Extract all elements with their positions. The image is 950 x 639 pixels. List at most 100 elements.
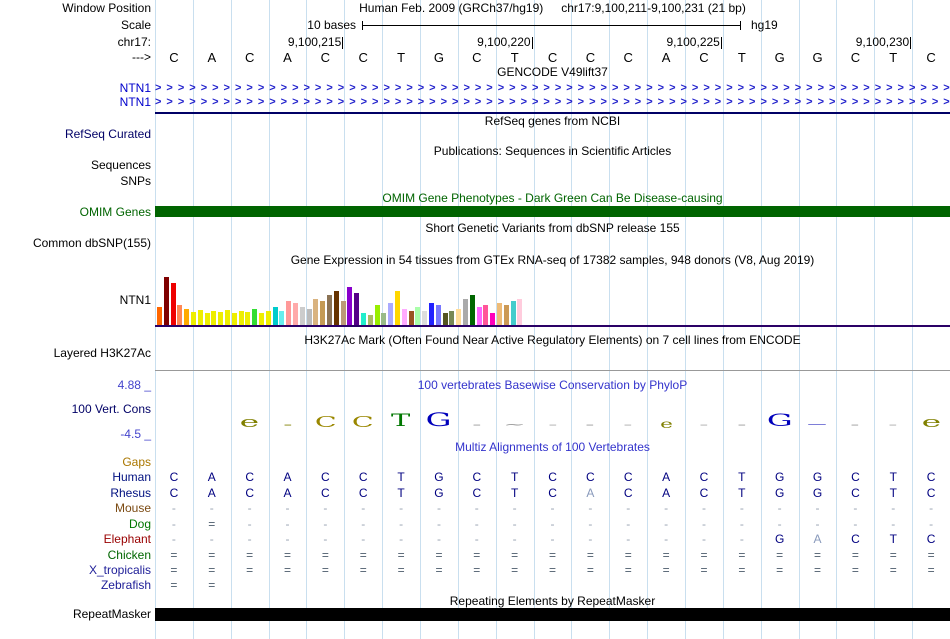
gtex-tissue-bar[interactable] (211, 311, 217, 325)
gtex-tissue-bar[interactable] (429, 303, 434, 325)
alignment-row-zebrafish[interactable]: = = (155, 579, 950, 592)
gtex-tissue-bar[interactable] (265, 311, 271, 325)
gtex-tissue-bar[interactable] (197, 310, 203, 325)
alignment-row-elephant[interactable]: ----------------GACTC (155, 533, 950, 546)
gtex-tissue-bar[interactable] (238, 311, 244, 325)
alignment-row-rhesus[interactable]: CACACCTGCTCACACTGGCTC (155, 487, 950, 500)
gtex-tissue-bar[interactable] (320, 301, 326, 325)
phylop-title[interactable]: 100 vertebrates Basewise Conservation by… (155, 379, 950, 392)
gtex-tissue-bar[interactable] (170, 283, 176, 325)
gtex-title[interactable]: Gene Expression in 54 tissues from GTEx … (155, 254, 950, 267)
gtex-tissue-bar[interactable] (415, 307, 421, 325)
gtex-tissue-bar[interactable] (272, 307, 278, 325)
genome-browser-image: Window Position Human Feb. 2009 (GRCh37/… (0, 0, 950, 639)
gtex-tissue-bar[interactable] (306, 309, 312, 325)
gtex-tissue-bar[interactable] (367, 315, 373, 325)
gtex-tissue-bar[interactable] (293, 303, 298, 325)
gtex-gene-label[interactable]: NTN1 (0, 294, 151, 307)
species-label-elephant[interactable]: Elephant (0, 533, 151, 546)
gtex-tissue-bar[interactable] (191, 312, 196, 325)
species-label-human[interactable]: Human (0, 471, 151, 484)
species-label-zebrafish[interactable]: Zebrafish (0, 579, 151, 592)
repeatmasker-bar[interactable] (155, 608, 950, 621)
gtex-tissue-bar[interactable] (422, 311, 428, 325)
refseq-curated-label[interactable]: RefSeq Curated (0, 128, 151, 141)
gtex-tissue-bar[interactable] (218, 312, 224, 325)
omim-genes-label[interactable]: OMIM Genes (0, 206, 151, 219)
publications-title[interactable]: Publications: Sequences in Scientific Ar… (155, 145, 950, 158)
gtex-tissue-bar[interactable] (184, 309, 190, 325)
phylop-glyph: - (723, 419, 761, 430)
species-label-rhesus[interactable]: Rhesus (0, 487, 151, 500)
gencode-transcript-label-1[interactable]: NTN1 (0, 82, 151, 95)
gtex-tissue-bar[interactable] (177, 305, 183, 325)
gtex-tissue-bar[interactable] (204, 313, 210, 325)
gtex-tissue-bar[interactable] (490, 313, 496, 325)
alignment-row-dog[interactable]: - = - - - - - - - - - - - - - - - - - - - (155, 518, 950, 531)
alignment-row-x_tropicalis[interactable]: = = = = = = = = = = = = = = = = = = = = = (155, 564, 950, 577)
gtex-tissue-bar[interactable] (313, 299, 319, 325)
gtex-tissue-bar[interactable] (483, 305, 489, 325)
multiz-gaps-label[interactable]: Gaps (0, 456, 151, 469)
alignment-row-chicken[interactable]: = = = = = = = = = = = = = = = = = = = = = (155, 549, 950, 562)
h3k27ac-label[interactable]: Layered H3K27Ac (0, 347, 151, 360)
gtex-tissue-bar[interactable] (333, 291, 339, 325)
dbsnp-title[interactable]: Short Genetic Variants from dbSNP releas… (155, 222, 950, 235)
species-label-chicken[interactable]: Chicken (0, 549, 151, 562)
alignment-row-human[interactable]: CACACCTGCTCCCACTGGCTC (155, 471, 950, 484)
gtex-tissue-bar[interactable] (517, 299, 523, 325)
omim-title[interactable]: OMIM Gene Phenotypes - Dark Green Can Be… (155, 192, 950, 205)
gtex-tissue-bar[interactable] (463, 299, 468, 325)
gtex-tissue-bar[interactable] (374, 305, 380, 325)
species-label-dog[interactable]: Dog (0, 518, 151, 531)
gtex-tissue-bar[interactable] (395, 291, 400, 325)
gtex-tissue-bar[interactable] (435, 305, 441, 325)
publications-sequences-label[interactable]: Sequences (0, 159, 151, 172)
gtex-tissue-bar[interactable] (299, 307, 305, 325)
gtex-tissue-bar[interactable] (361, 313, 366, 325)
gtex-tissue-bar[interactable] (259, 313, 264, 325)
gtex-tissue-bar[interactable] (340, 301, 346, 325)
gtex-tissue-bar[interactable] (388, 303, 394, 325)
repeatmasker-label[interactable]: RepeatMasker (0, 608, 151, 621)
gencode-title[interactable]: GENCODE V49lift37 (155, 66, 950, 79)
gtex-tissue-bar[interactable] (449, 311, 455, 325)
gtex-tissue-bar[interactable] (510, 301, 516, 325)
species-label-x_tropicalis[interactable]: X_tropicalis (0, 564, 151, 577)
h3k27ac-title[interactable]: H3K27Ac Mark (Often Found Near Active Re… (155, 334, 950, 347)
gtex-tissue-bar[interactable] (497, 303, 502, 325)
gtex-tissue-bar[interactable] (442, 313, 448, 325)
gtex-tissue-bar[interactable] (469, 295, 475, 325)
gtex-tissue-bar[interactable] (157, 307, 162, 325)
gencode-transcript-arrows-1[interactable]: >>>>>>>>>>>>>>>>>>>>>>>>>>>>>>>>>>>>>>>>… (155, 82, 950, 94)
dbsnp-label[interactable]: Common dbSNP(155) (0, 237, 151, 250)
gtex-tissue-bar[interactable] (381, 313, 387, 325)
alignment-row-mouse[interactable]: --------------------- (155, 502, 950, 515)
gtex-tissue-bar[interactable] (354, 293, 360, 325)
gtex-tissue-bar[interactable] (279, 311, 285, 325)
gtex-tissue-bar[interactable] (286, 301, 292, 325)
gtex-tissue-bar[interactable] (401, 309, 407, 325)
gtex-tissue-bar[interactable] (245, 312, 251, 325)
gtex-tissue-bar[interactable] (456, 309, 462, 325)
gtex-tissue-bar[interactable] (163, 277, 169, 325)
refseq-title[interactable]: RefSeq genes from NCBI (155, 115, 950, 128)
gtex-tissue-bar[interactable] (231, 313, 237, 325)
phylop-track-label[interactable]: 100 Vert. Cons (0, 403, 151, 416)
gtex-tissue-bar[interactable] (347, 287, 353, 325)
multiz-title[interactable]: Multiz Alignments of 100 Vertebrates (155, 441, 950, 454)
gencode-transcript-label-2[interactable]: NTN1 (0, 96, 151, 109)
publications-snps-label[interactable]: SNPs (0, 175, 151, 188)
gtex-tissue-bar[interactable] (327, 295, 332, 325)
omim-genes-bar[interactable] (155, 206, 950, 217)
gtex-tissue-bar[interactable] (252, 309, 258, 325)
alignment-cell: A (813, 532, 822, 546)
alignment-cell: - (550, 501, 555, 515)
gtex-tissue-bar[interactable] (408, 311, 414, 325)
gencode-transcript-arrows-2[interactable]: >>>>>>>>>>>>>>>>>>>>>>>>>>>>>>>>>>>>>>>>… (155, 96, 950, 108)
repeatmasker-title[interactable]: Repeating Elements by RepeatMasker (155, 595, 950, 608)
gtex-tissue-bar[interactable] (503, 305, 509, 325)
gtex-tissue-bar[interactable] (225, 310, 230, 325)
species-label-mouse[interactable]: Mouse (0, 502, 151, 515)
gtex-tissue-bar[interactable] (476, 307, 482, 325)
